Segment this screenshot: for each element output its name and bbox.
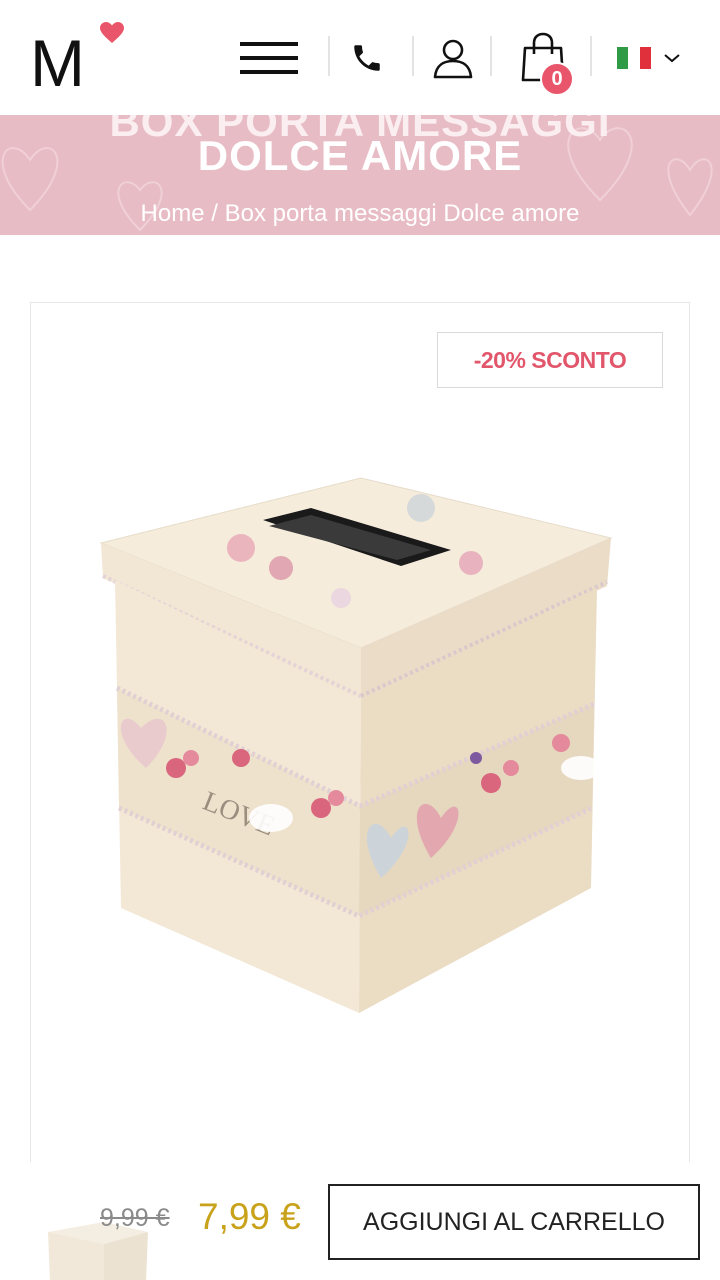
account-button[interactable] xyxy=(424,28,482,88)
phone-icon xyxy=(354,45,380,71)
discount-badge: -20% SCONTO xyxy=(437,332,663,388)
page-title: DOLCE AMORE xyxy=(197,132,523,179)
header-divider xyxy=(590,36,592,76)
breadcrumb-home-link[interactable]: Home xyxy=(141,200,205,227)
menu-button[interactable] xyxy=(236,28,304,88)
current-price: 7,99 € xyxy=(198,1196,301,1237)
page: BOX PORTA MESSAGGI DOLCE AMORE Home / Bo… xyxy=(0,0,720,1280)
header-divider xyxy=(328,36,330,76)
sticky-add-to-cart-bar: 9,99 € 7,99 € AGGIUNGI AL CARRELLO xyxy=(0,1162,720,1280)
add-to-cart-button[interactable]: AGGIUNGI AL CARRELLO xyxy=(328,1184,700,1260)
user-icon xyxy=(433,39,473,79)
logo-letter: M xyxy=(30,26,85,100)
site-logo[interactable]: M xyxy=(30,22,130,96)
product-image[interactable]: LOVE xyxy=(91,468,631,1028)
breadcrumb: Home / Box porta messaggi Dolce amore xyxy=(0,200,720,228)
heart-icon xyxy=(100,22,124,43)
cart-count-badge: 0 xyxy=(540,62,574,96)
old-price: 9,99 € xyxy=(100,1204,170,1232)
italy-flag-icon xyxy=(617,47,651,69)
page-banner: BOX PORTA MESSAGGI DOLCE AMORE Home / Bo… xyxy=(0,100,720,235)
chevron-down-icon xyxy=(664,54,680,63)
breadcrumb-current: Box porta messaggi Dolce amore xyxy=(224,200,580,227)
language-selector[interactable] xyxy=(612,28,686,88)
cart-button[interactable]: 0 xyxy=(510,28,580,96)
site-header: M 0 xyxy=(0,0,720,115)
product-gallery: -20% SCONTO LOVE xyxy=(30,302,690,1182)
header-divider xyxy=(490,36,492,76)
hamburger-menu-icon xyxy=(240,42,298,74)
header-divider xyxy=(412,36,414,76)
phone-button[interactable] xyxy=(340,28,394,88)
breadcrumb-separator: / xyxy=(211,200,218,227)
